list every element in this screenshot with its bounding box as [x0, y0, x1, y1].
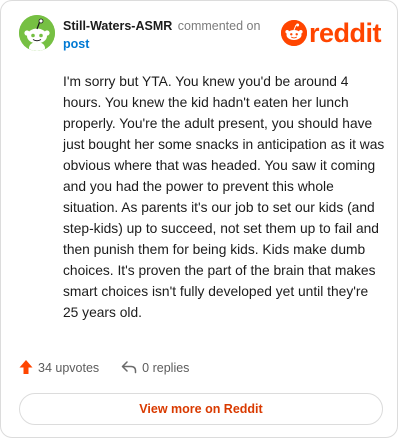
- upvote-button[interactable]: 34 upvotes: [19, 359, 99, 378]
- commented-on-label: commented on: [177, 19, 261, 33]
- comment-header: Still-Waters-ASMR commented on post redd: [19, 15, 382, 55]
- comment-actions: 34 upvotes 0 replies: [19, 357, 189, 379]
- view-more-on-reddit-button[interactable]: View more on Reddit: [19, 393, 383, 425]
- author-name[interactable]: Still-Waters-ASMR: [63, 19, 172, 33]
- reply-arrow-icon: [121, 360, 142, 377]
- comment-embed-card: Still-Waters-ASMR commented on post redd: [0, 0, 398, 438]
- reddit-wordmark: reddit: [308, 18, 382, 48]
- upvote-arrow-icon: [19, 359, 38, 378]
- upvote-count: 34 upvotes: [38, 361, 100, 375]
- comment-meta: Still-Waters-ASMR commented on post: [63, 17, 283, 53]
- post-link[interactable]: post: [63, 35, 283, 53]
- reddit-brand[interactable]: reddit: [280, 18, 382, 48]
- comment-body: I'm sorry but YTA. You knew you'd be aro…: [63, 74, 385, 320]
- reply-count: 0 replies: [142, 361, 190, 375]
- replies-button[interactable]: 0 replies: [121, 360, 189, 377]
- reddit-logo-icon: [280, 20, 307, 46]
- snoo-avatar-icon[interactable]: [19, 15, 55, 51]
